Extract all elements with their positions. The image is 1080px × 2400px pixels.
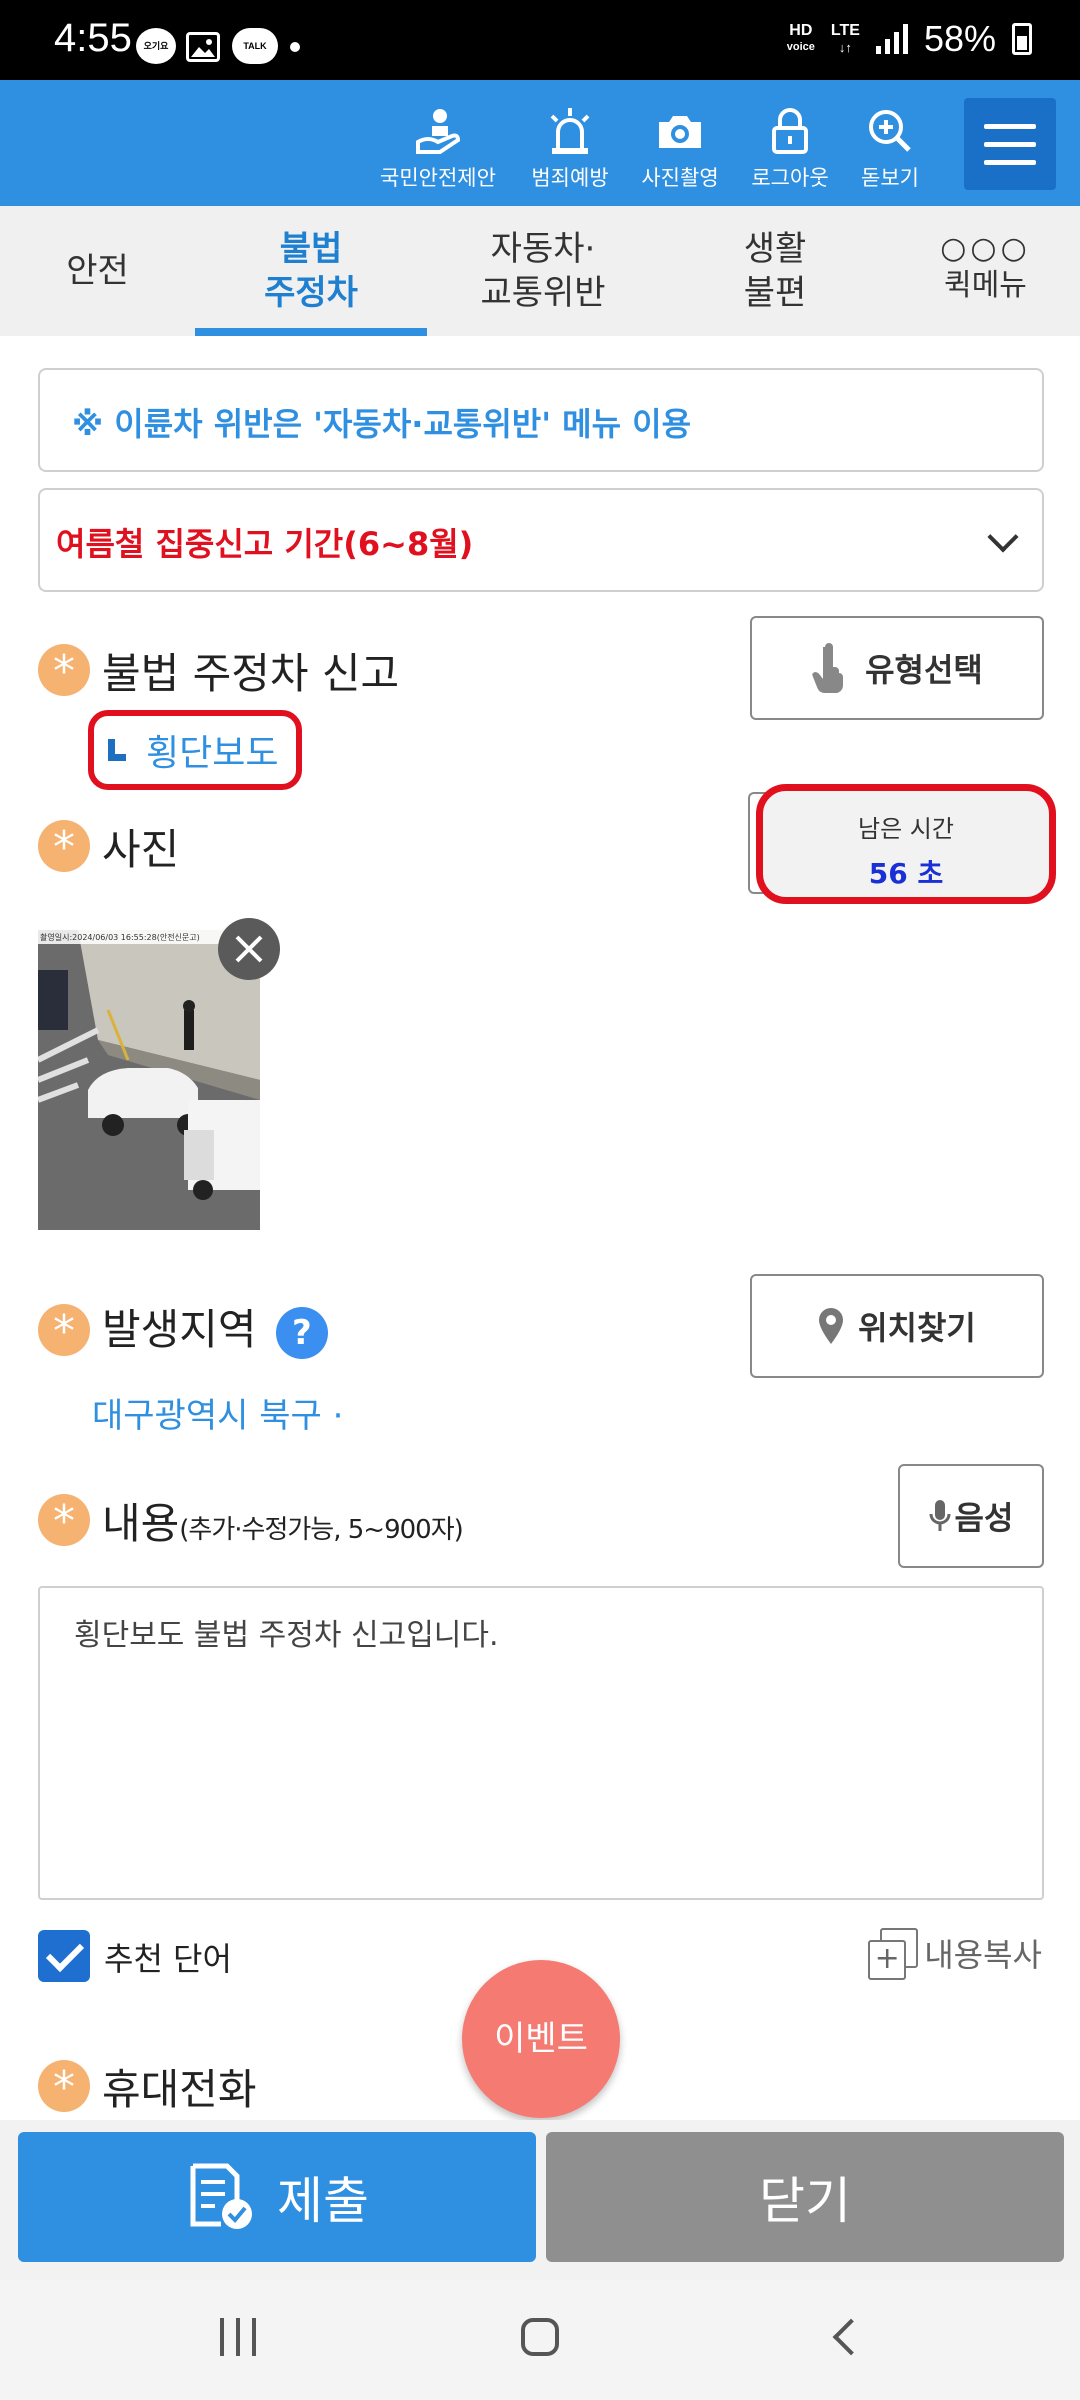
- illegal-parking-report-label: 불법 주정차 신고: [102, 649, 400, 698]
- hand-person-icon: [416, 109, 461, 154]
- battery-icon: [1012, 23, 1032, 55]
- motorcycle-notice: ※ 이륜차 위반은 '자동차·교통위반' 메뉴 이용: [38, 368, 1044, 472]
- remove-photo-button[interactable]: [218, 918, 280, 980]
- event-floating-button[interactable]: 이벤트: [462, 1960, 620, 2118]
- close-button[interactable]: 닫기: [546, 2132, 1064, 2262]
- tab-living-inconvenience[interactable]: 생활 불편: [659, 206, 891, 336]
- system-navigation-bar: [0, 2280, 1080, 2400]
- content-label-row: 내용(추가·수정가능, 5~900자): [102, 1499, 464, 1548]
- hamburger-icon: [984, 124, 1036, 129]
- siren-icon: [550, 108, 590, 154]
- tab-quick-menu[interactable]: ○○○ 퀵메뉴: [891, 206, 1080, 336]
- app-header: 국민안전제안 범죄예방 사진촬영 로그아웃 돋보기: [0, 80, 1080, 206]
- content-textarea[interactable]: 횡단보도 불법 주정차 신고입니다.: [38, 1586, 1044, 1900]
- hamburger-menu-button[interactable]: [964, 98, 1056, 190]
- microphone-icon: [929, 1500, 951, 1531]
- required-mark: *: [38, 1304, 90, 1357]
- location-pin-icon: [819, 1308, 844, 1344]
- recent-apps-icon[interactable]: [220, 2318, 260, 2356]
- category-tabs: 안전 불법 주정차 자동차· 교통위반 생활 불편 ○○○ 퀵메뉴: [0, 206, 1080, 336]
- tab-safety[interactable]: 안전: [0, 206, 195, 336]
- help-icon[interactable]: ?: [275, 1306, 328, 1359]
- recommend-words-label: 추천 단어: [104, 1940, 232, 1978]
- more-dots-icon: ○○○: [940, 231, 1031, 266]
- chevron-down-icon: [987, 521, 1019, 553]
- address-text: 대구광역시 북구 ·: [92, 1396, 344, 1436]
- photo-thumbnail[interactable]: 촬영일시:2024/06/03 16:55:28(안전신문고): [38, 930, 260, 1230]
- document-check-icon: [190, 2163, 252, 2229]
- photo-label: 사진: [102, 825, 180, 874]
- required-mark: *: [38, 820, 90, 873]
- home-icon[interactable]: [521, 2318, 559, 2356]
- status-right: HD voice LTE ↓↑ 58%: [787, 18, 1032, 60]
- back-icon[interactable]: [832, 2318, 870, 2356]
- copy-content-button[interactable]: 내용복사: [868, 1928, 1042, 1980]
- selected-type-chip[interactable]: 횡단보도: [88, 710, 302, 790]
- active-tab-indicator: [195, 328, 427, 336]
- tab-illegal-parking[interactable]: 불법 주정차: [195, 206, 427, 336]
- more-notifications-dot: [290, 42, 300, 52]
- gallery-icon: [186, 32, 220, 62]
- copy-icon: [868, 1928, 919, 1980]
- voice-input-button[interactable]: 음성: [898, 1464, 1044, 1568]
- phone-label: 휴대전화: [102, 2065, 257, 2114]
- tool-magnifier[interactable]: 돋보기: [820, 106, 960, 192]
- remaining-time-timer: 남은 시간 56 초: [756, 784, 1056, 904]
- touch-hand-icon: [812, 643, 844, 693]
- signal-icon: [875, 24, 908, 54]
- notification-app-icon: 오기요: [136, 28, 176, 64]
- magnifier-icon: [869, 110, 911, 152]
- location-label-row: 발생지역 ?: [102, 1296, 328, 1359]
- select-type-button[interactable]: 유형선택: [750, 616, 1044, 720]
- lte-indicator: LTE ↓↑: [830, 22, 860, 55]
- sub-item-icon: [108, 739, 126, 761]
- required-mark: *: [38, 2060, 90, 2113]
- find-location-button[interactable]: 위치찾기: [750, 1274, 1044, 1378]
- street-photo-image: 촬영일시:2024/06/03 16:55:28(안전신문고): [38, 930, 260, 1230]
- talk-icon: TALK: [232, 28, 278, 64]
- required-mark: *: [38, 644, 90, 697]
- camera-icon: [659, 116, 701, 148]
- summer-report-period-dropdown[interactable]: 여름철 집중신고 기간(6~8월): [38, 488, 1044, 592]
- battery-percent: 58%: [923, 18, 996, 59]
- hd-voice-indicator: HD voice: [786, 22, 815, 53]
- svg-text:촬영일시:2024/06/03 16:55:28(안전신문고: 촬영일시:2024/06/03 16:55:28(안전신문고): [40, 932, 200, 942]
- submit-button[interactable]: 제출: [18, 2132, 536, 2262]
- recommend-words-checkbox[interactable]: [38, 1930, 90, 1982]
- lock-icon: [772, 108, 808, 154]
- tool-safety-proposal[interactable]: 국민안전제안: [368, 106, 508, 192]
- required-mark: *: [38, 1494, 90, 1547]
- status-bar: 4:55 오기요 TALK HD voice LTE ↓↑ 58%: [0, 0, 1080, 80]
- status-time: 4:55: [54, 16, 132, 60]
- tab-car-traffic-violation[interactable]: 자동차· 교통위반: [427, 206, 659, 336]
